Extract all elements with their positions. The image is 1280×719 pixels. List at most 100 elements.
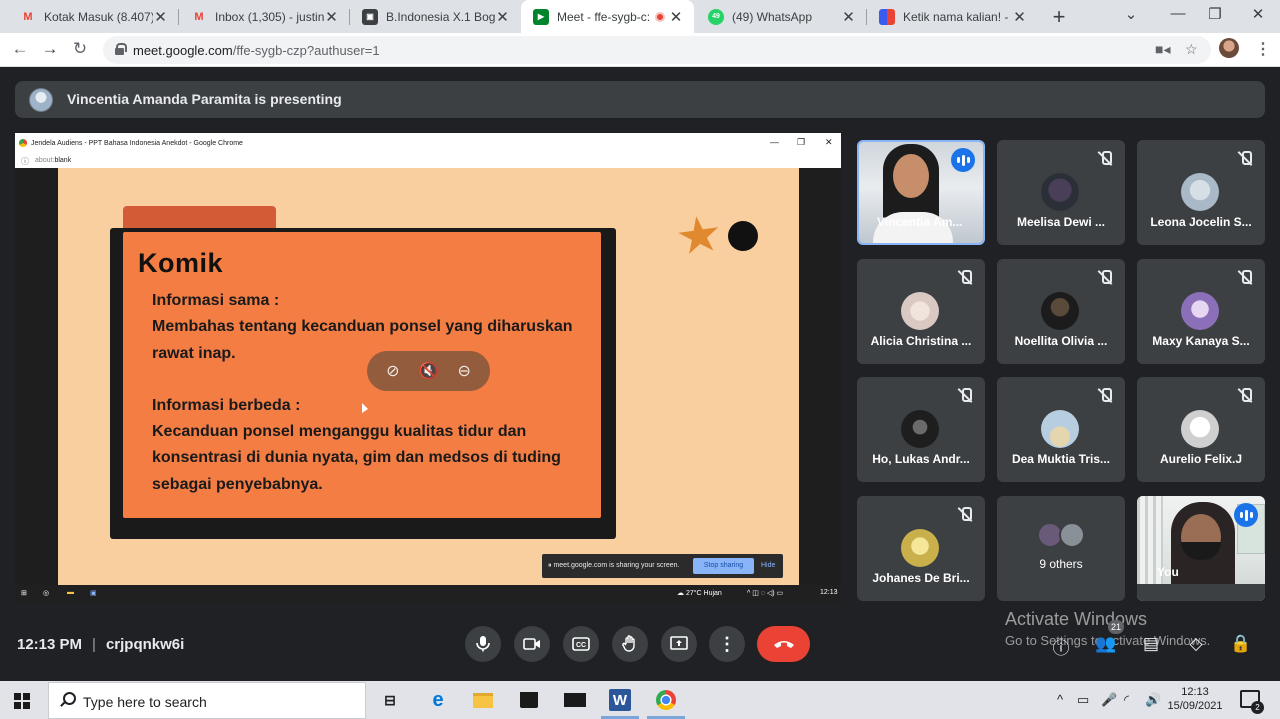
participant-tile[interactable]: Noellita Olivia ... xyxy=(997,259,1125,364)
address-bar[interactable]: meet.google.com/ffe-sygb-czp?authuser=1 … xyxy=(103,36,1211,64)
raise-hand-button[interactable] xyxy=(612,626,648,662)
participant-name: Johanes De Bri... xyxy=(872,571,970,585)
microphone-button[interactable] xyxy=(465,626,501,662)
notifications-count: 2 xyxy=(1251,701,1264,714)
participant-tile[interactable]: Maxy Kanaya S... xyxy=(1137,259,1265,364)
people-icon[interactable]: 👥 xyxy=(1095,634,1117,656)
self-tile[interactable]: You xyxy=(1137,496,1265,601)
participant-tile[interactable]: Dea Muktia Tris... xyxy=(997,377,1125,482)
presenter-banner-text: Vincentia Amanda Paramita is presenting xyxy=(67,91,342,107)
remove-tile-icon[interactable]: ⊖ xyxy=(451,361,477,381)
close-tab-icon[interactable]: ✕ xyxy=(153,8,168,26)
present-now-button[interactable] xyxy=(661,626,697,662)
avatar xyxy=(901,529,939,567)
close-tab-icon[interactable]: ✕ xyxy=(668,8,684,26)
unpin-icon[interactable]: ⊘ xyxy=(380,361,406,381)
new-tab-button[interactable]: + xyxy=(1048,4,1070,30)
battery-icon[interactable]: ▭ xyxy=(1077,692,1089,708)
browser-tab-gmail-1[interactable]: M Kotak Masuk (8.407) - ✕ xyxy=(8,0,178,33)
mic-tray-icon[interactable]: 🎤 xyxy=(1101,692,1117,708)
mute-tile-icon[interactable]: 🔇 xyxy=(415,361,441,381)
mail-icon[interactable] xyxy=(564,689,586,711)
windows-start-icon[interactable] xyxy=(14,693,30,709)
participant-tile[interactable]: Ho, Lukas Andr... xyxy=(857,377,985,482)
browser-tab-classroom[interactable]: ▣ B.Indonesia X.1 Boga P ✕ xyxy=(350,0,520,33)
meeting-time: 12:13 PM xyxy=(17,636,83,653)
participant-tile[interactable]: Vincentia Am... xyxy=(857,140,985,245)
participant-name: Alicia Christina ... xyxy=(870,334,972,348)
close-tab-icon[interactable]: ✕ xyxy=(495,8,510,26)
speaking-indicator-icon xyxy=(951,148,975,172)
slide-text-line: sebagai penyebabnya. xyxy=(152,476,323,493)
taskbar-time: 12:13 xyxy=(1181,686,1209,698)
forward-arrow-icon[interactable]: → xyxy=(39,39,61,59)
stop-sharing-button: Stop sharing xyxy=(693,558,754,574)
back-arrow-icon[interactable]: ← xyxy=(9,39,31,59)
screen-share-notice: ⏸ meet.google.com is sharing your screen… xyxy=(542,554,783,578)
shared-tray-icons: ^ ◫ ◌ ◁) ▭ xyxy=(747,590,784,597)
tab-search-icon[interactable]: ⌄ xyxy=(1121,5,1141,23)
others-tile[interactable]: 9 others xyxy=(997,496,1125,601)
minimize-window-button[interactable]: — xyxy=(1168,5,1188,22)
taskbar-search-box[interactable]: Type here to search xyxy=(48,682,366,719)
leave-call-button[interactable] xyxy=(757,626,810,662)
word-icon[interactable]: W xyxy=(609,689,631,711)
reload-icon[interactable]: ↻ xyxy=(69,39,91,59)
volume-icon[interactable]: 🔊 xyxy=(1145,692,1161,708)
task-view-icon[interactable]: ⊟ xyxy=(379,689,401,711)
chrome-icon[interactable] xyxy=(655,689,677,711)
participant-name: Noellita Olivia ... xyxy=(1014,334,1108,348)
file-explorer-icon[interactable] xyxy=(472,689,494,711)
share-notice-text: ⏸ meet.google.com is sharing your screen… xyxy=(548,562,680,569)
more-options-button[interactable]: ⋮ xyxy=(709,626,745,662)
bookmark-star-icon[interactable]: ☆ xyxy=(1185,41,1198,58)
slide-text-line: Kecanduan ponsel menganggu kualitas tidu… xyxy=(152,423,527,440)
captions-button[interactable]: CC xyxy=(563,626,599,662)
close-tab-icon[interactable]: ✕ xyxy=(1012,8,1027,26)
captions-icon: CC xyxy=(572,637,590,651)
mic-off-icon xyxy=(1097,387,1113,403)
taskbar-date: 15/09/2021 xyxy=(1167,700,1223,712)
store-icon[interactable] xyxy=(518,689,540,711)
host-controls-icon[interactable]: 🔒 xyxy=(1230,634,1252,656)
browser-tab-meet[interactable]: ▶ Meet - ffe-sygb-c: ✕ xyxy=(521,0,694,33)
presenter-banner: Vincentia Amanda Paramita is presenting xyxy=(15,81,1265,118)
participant-name: Dea Muktia Tris... xyxy=(1011,452,1111,466)
taskbar-clock[interactable]: 12:13 15/09/2021 xyxy=(1166,685,1224,713)
shared-url-rest: blank xyxy=(54,157,72,164)
restore-window-button[interactable]: ❐ xyxy=(1205,5,1225,23)
shared-word-icon: ▣ xyxy=(90,590,97,597)
camera-button[interactable] xyxy=(514,626,550,662)
participant-tile[interactable]: Meelisa Dewi ... xyxy=(997,140,1125,245)
chrome-menu-icon[interactable]: ⋮ xyxy=(1255,39,1271,59)
participant-name: Vincentia Am... xyxy=(877,215,963,229)
participant-tile[interactable]: Leona Jocelin S... xyxy=(1137,140,1265,245)
browser-tab-mentimeter[interactable]: Ketik nama kalian! - M ✕ xyxy=(867,0,1037,33)
meeting-code: crjpqnkw6i xyxy=(105,636,185,653)
camera-permission-icon[interactable]: ■◂ xyxy=(1155,41,1170,58)
close-tab-icon[interactable]: ✕ xyxy=(324,8,339,26)
show-hidden-icons[interactable]: ^ xyxy=(1057,692,1063,707)
profile-avatar[interactable] xyxy=(1219,38,1239,58)
meeting-details-icon[interactable]: ⓘ xyxy=(1050,634,1072,658)
mouse-cursor-icon xyxy=(362,403,368,413)
participant-tile[interactable]: Johanes De Bri... xyxy=(857,496,985,601)
wifi-icon[interactable]: ◜ xyxy=(1124,692,1129,708)
participant-name: Meelisa Dewi ... xyxy=(1016,215,1106,229)
mic-off-icon xyxy=(1097,150,1113,166)
browser-tab-whatsapp[interactable]: 49 (49) WhatsApp ✕ xyxy=(696,0,866,33)
participant-tile[interactable]: Alicia Christina ... xyxy=(857,259,985,364)
activities-icon[interactable]: ◇ xyxy=(1185,634,1207,656)
browser-tab-gmail-2[interactable]: M Inbox (1,305) - justina ✕ xyxy=(179,0,349,33)
edge-icon[interactable]: e xyxy=(427,689,449,711)
hand-icon xyxy=(622,635,635,652)
present-screen-icon xyxy=(670,636,688,650)
tab-label: Meet - ffe-sygb-c: xyxy=(557,9,651,24)
close-window-button[interactable]: ✕ xyxy=(1248,5,1268,23)
shared-close-icon: ✕ xyxy=(825,137,833,147)
participant-name: Aurelio Felix.J xyxy=(1159,452,1243,466)
browser-tab-strip: M Kotak Masuk (8.407) - ✕ M Inbox (1,305… xyxy=(0,0,1280,33)
chat-icon[interactable]: ▤ xyxy=(1140,634,1162,656)
participant-tile[interactable]: Aurelio Felix.J xyxy=(1137,377,1265,482)
close-tab-icon[interactable]: ✕ xyxy=(841,8,856,26)
